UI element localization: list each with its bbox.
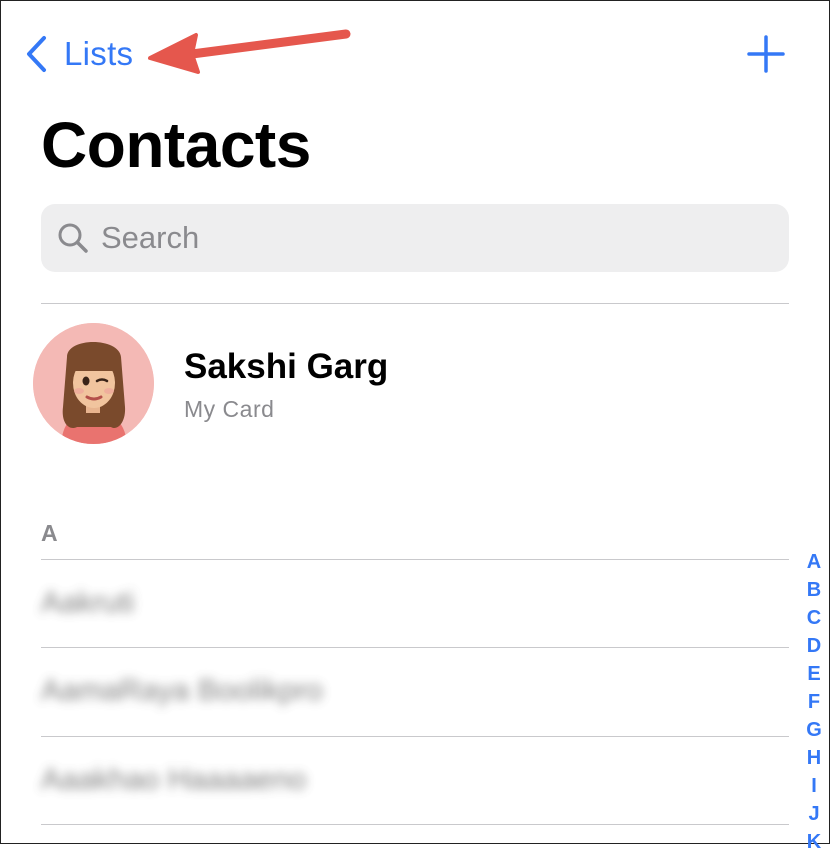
contact-name: AamaRaya Boolikpro xyxy=(41,674,323,707)
index-letter-f[interactable]: F xyxy=(800,688,828,716)
memoji-avatar-icon xyxy=(33,323,154,444)
avatar xyxy=(33,323,154,444)
index-letter-h[interactable]: H xyxy=(800,744,828,772)
contact-row[interactable]: Aakruti xyxy=(41,560,789,648)
page-title: Contacts xyxy=(41,109,311,181)
back-button-label: Lists xyxy=(64,35,134,72)
contact-name: Aakruti xyxy=(41,586,135,619)
index-letter-j[interactable]: J xyxy=(800,800,828,828)
my-card-subtitle: My Card xyxy=(184,396,275,422)
annotation-arrow-icon xyxy=(148,29,351,74)
add-contact-button[interactable] xyxy=(746,34,786,74)
index-letter-a[interactable]: A xyxy=(800,548,828,576)
contact-row[interactable]: Aaakhao Haaaaeno xyxy=(41,737,789,825)
index-letter-i[interactable]: I xyxy=(800,772,828,800)
index-letter-g[interactable]: G xyxy=(800,716,828,744)
contact-row[interactable]: AamaRaya Boolikpro xyxy=(41,648,789,736)
search-input[interactable] xyxy=(101,220,741,256)
magnifier-icon xyxy=(58,223,88,253)
index-letter-b[interactable]: B xyxy=(800,576,828,604)
contact-name: Aaakhao Haaaaeno xyxy=(41,763,307,796)
divider xyxy=(41,303,789,304)
my-card-name: Sakshi Garg xyxy=(184,347,389,386)
my-card[interactable]: Sakshi Garg My Card xyxy=(33,323,789,445)
section-header-a: A xyxy=(41,520,58,546)
index-letter-d[interactable]: D xyxy=(800,632,828,660)
back-button[interactable]: Lists xyxy=(24,34,133,74)
plus-icon xyxy=(747,35,785,73)
chevron-left-icon xyxy=(27,36,46,72)
index-letter-k[interactable]: K xyxy=(800,828,828,856)
divider xyxy=(41,824,789,825)
index-letter-e[interactable]: E xyxy=(800,660,828,688)
search-bar[interactable] xyxy=(41,204,789,272)
alphabet-index[interactable]: A B C D E F G H I J K xyxy=(800,548,828,856)
index-letter-c[interactable]: C xyxy=(800,604,828,632)
